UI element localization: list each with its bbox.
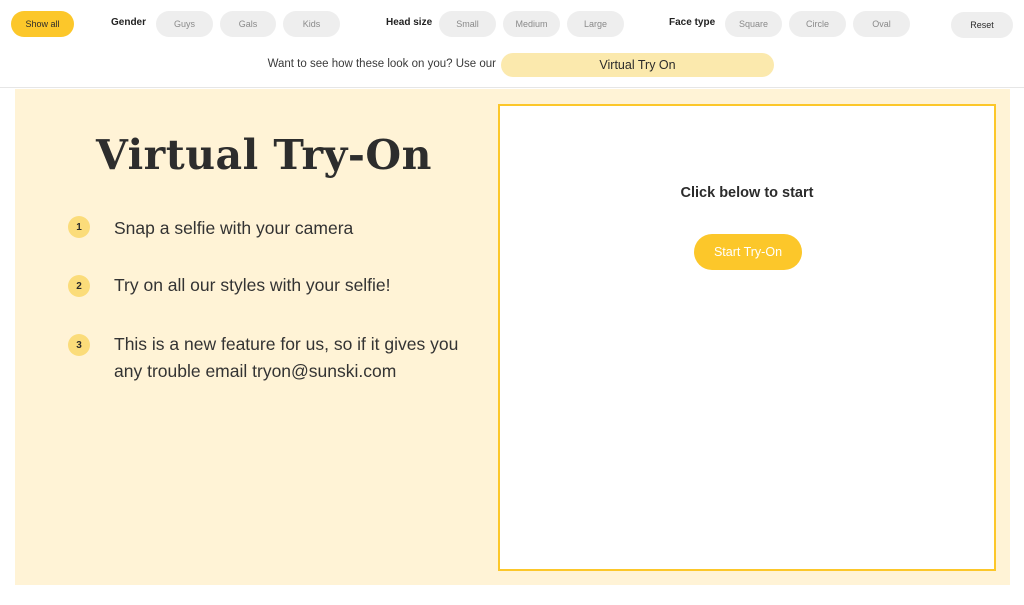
filter-head-small[interactable]: Small	[439, 11, 496, 37]
reset-button[interactable]: Reset	[951, 12, 1013, 38]
filter-face-square[interactable]: Square	[725, 11, 782, 37]
try-on-frame: Click below to start Start Try-On	[498, 104, 996, 571]
filter-face-circle[interactable]: Circle	[789, 11, 846, 37]
filter-bar: Show all Gender Guys Gals Kids Head size…	[0, 0, 1024, 50]
head-size-label: Head size	[386, 17, 433, 28]
step-text: This is a new feature for us, so if it g…	[114, 334, 459, 381]
filter-gender-guys[interactable]: Guys	[156, 11, 213, 37]
promo-text: Want to see how these look on you? Use o…	[267, 58, 496, 70]
filter-gender-gals[interactable]: Gals	[220, 11, 276, 37]
step-item-2: 2 Try on all our styles with your selfie…	[68, 272, 474, 299]
step-item-1: 1 Snap a selfie with your camera	[68, 215, 474, 242]
filter-head-large[interactable]: Large	[567, 11, 624, 37]
virtual-try-on-link[interactable]: Virtual Try On	[501, 53, 774, 77]
show-all-button[interactable]: Show all	[11, 11, 74, 37]
filter-head-medium[interactable]: Medium	[503, 11, 560, 37]
gender-label: Gender	[111, 17, 147, 28]
page-title: Virtual Try-On	[96, 131, 432, 179]
start-try-on-button[interactable]: Start Try-On	[694, 234, 802, 270]
step-number-badge: 1	[68, 216, 90, 238]
divider	[0, 87, 1024, 88]
try-on-heading: Click below to start	[680, 185, 814, 201]
step-number-badge: 2	[68, 275, 90, 297]
face-type-label: Face type	[669, 17, 716, 28]
step-text: Snap a selfie with your camera	[114, 218, 354, 238]
step-item-3: 3 This is a new feature for us, so if it…	[68, 331, 474, 385]
step-text: Try on all our styles with your selfie!	[114, 275, 391, 295]
filter-gender-kids[interactable]: Kids	[283, 11, 340, 37]
filter-face-oval[interactable]: Oval	[853, 11, 910, 37]
step-number-badge: 3	[68, 334, 90, 356]
